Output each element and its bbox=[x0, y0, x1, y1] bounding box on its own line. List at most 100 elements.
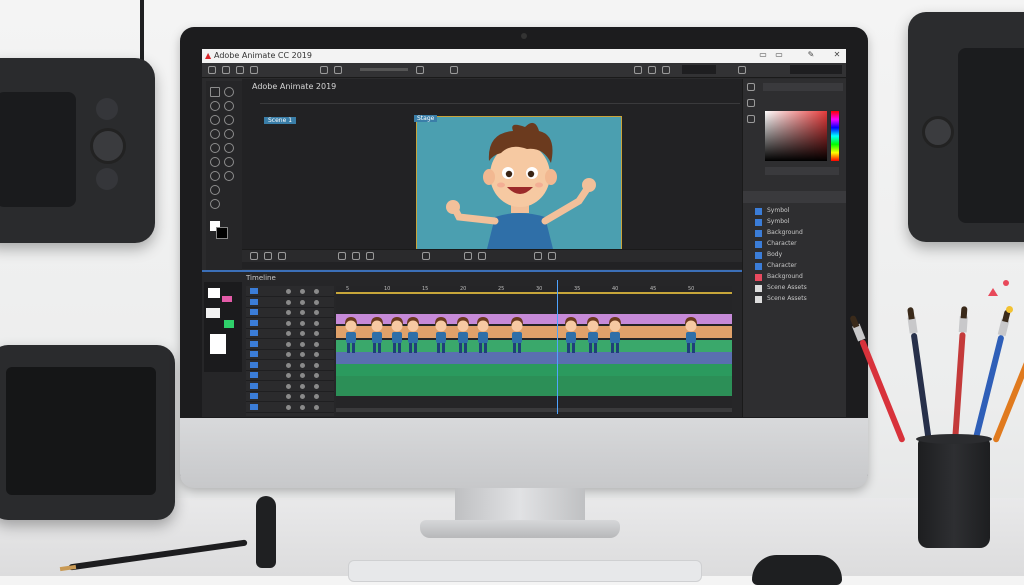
edit-multiple-icon[interactable] bbox=[366, 252, 374, 260]
layer-row[interactable] bbox=[246, 286, 334, 297]
library-item[interactable]: Scene Assets bbox=[767, 295, 807, 304]
layer-row[interactable] bbox=[246, 307, 334, 318]
lock-icon[interactable] bbox=[300, 362, 305, 368]
outline-icon[interactable] bbox=[314, 362, 319, 368]
eye-icon[interactable] bbox=[286, 394, 291, 399]
line-tool-icon[interactable] bbox=[210, 157, 220, 167]
swatches-icon[interactable] bbox=[747, 99, 755, 107]
zoom-tool-icon[interactable] bbox=[224, 171, 234, 181]
minimize-icon[interactable]: ▭ bbox=[758, 50, 768, 60]
hue-slider[interactable] bbox=[831, 111, 839, 161]
select-icon[interactable] bbox=[222, 66, 230, 74]
library-item[interactable]: Character bbox=[767, 240, 797, 249]
lock-icon[interactable] bbox=[300, 373, 305, 378]
outline-icon[interactable] bbox=[314, 331, 319, 336]
hand-tool-icon[interactable] bbox=[224, 157, 234, 167]
library-item[interactable]: Background bbox=[767, 229, 803, 238]
restore-icon[interactable]: ▭ bbox=[774, 50, 784, 60]
layer-row[interactable] bbox=[246, 349, 334, 360]
outline-icon[interactable] bbox=[314, 394, 319, 399]
onion-skin-icon[interactable] bbox=[338, 252, 346, 260]
layer-row[interactable] bbox=[246, 391, 334, 402]
lock-icon[interactable] bbox=[300, 299, 305, 305]
outline-icon[interactable] bbox=[314, 289, 319, 294]
playhead[interactable] bbox=[557, 280, 558, 414]
brush-tool-icon[interactable] bbox=[210, 185, 220, 195]
lasso-tool-icon[interactable] bbox=[210, 115, 220, 125]
home-icon[interactable] bbox=[208, 66, 216, 74]
layer-row[interactable] bbox=[246, 381, 334, 392]
library-item[interactable]: Background bbox=[767, 273, 803, 282]
lock-icon[interactable] bbox=[300, 341, 305, 347]
layer-row[interactable] bbox=[246, 297, 334, 308]
eye-icon[interactable] bbox=[286, 404, 291, 410]
settings-icon[interactable] bbox=[662, 66, 670, 74]
layer-row[interactable] bbox=[246, 339, 334, 350]
layer-row[interactable] bbox=[246, 318, 334, 329]
align-icon[interactable] bbox=[747, 115, 755, 123]
color-picker[interactable] bbox=[765, 111, 827, 161]
stage-canvas[interactable] bbox=[416, 116, 622, 250]
paint-bucket-icon[interactable] bbox=[224, 129, 234, 139]
undo-icon[interactable] bbox=[320, 66, 328, 74]
timeline-scrollbar[interactable] bbox=[336, 408, 732, 412]
lock-icon[interactable] bbox=[634, 66, 642, 74]
library-item[interactable]: Symbol bbox=[767, 207, 789, 216]
tween-icon[interactable] bbox=[464, 252, 472, 260]
outline-icon[interactable] bbox=[314, 373, 319, 378]
library-item[interactable]: Scene Assets bbox=[767, 284, 807, 293]
lock-icon[interactable] bbox=[300, 289, 305, 294]
outline-icon[interactable] bbox=[314, 310, 319, 315]
outline-icon[interactable] bbox=[314, 320, 319, 326]
search-icon[interactable] bbox=[738, 66, 746, 74]
layer-frame-span[interactable] bbox=[336, 364, 732, 376]
eye-icon[interactable] bbox=[286, 289, 291, 294]
color-panel-icon[interactable] bbox=[747, 83, 755, 91]
eraser-tool-icon[interactable] bbox=[210, 199, 220, 209]
eye-icon[interactable] bbox=[286, 362, 291, 368]
record-icon[interactable] bbox=[416, 66, 424, 74]
play-icon[interactable] bbox=[250, 252, 258, 260]
eye-icon[interactable] bbox=[286, 352, 291, 357]
layer-row[interactable] bbox=[246, 402, 334, 413]
eyedropper-icon[interactable] bbox=[224, 143, 234, 153]
text-tool-icon[interactable] bbox=[210, 143, 220, 153]
zoom-slider[interactable] bbox=[360, 68, 408, 71]
frame-icon[interactable] bbox=[450, 66, 458, 74]
lock-icon[interactable] bbox=[300, 331, 305, 336]
rectangle-tool-icon[interactable] bbox=[210, 171, 220, 181]
outline-icon[interactable] bbox=[314, 383, 319, 389]
eye-icon[interactable] bbox=[286, 320, 291, 326]
free-transform-icon[interactable] bbox=[224, 87, 234, 97]
loop-icon[interactable] bbox=[278, 252, 286, 260]
lock-icon[interactable] bbox=[300, 394, 305, 399]
outline-icon[interactable] bbox=[314, 341, 319, 347]
bone-tool-icon[interactable] bbox=[224, 115, 234, 125]
workspace-dropdown[interactable] bbox=[682, 65, 716, 74]
gradient-icon[interactable] bbox=[224, 101, 234, 111]
color-hex-input[interactable] bbox=[765, 167, 839, 175]
eye-icon[interactable] bbox=[286, 299, 291, 305]
library-item[interactable]: Symbol bbox=[767, 218, 789, 227]
step-icon[interactable] bbox=[264, 252, 272, 260]
search-input[interactable] bbox=[790, 65, 842, 74]
outline-icon[interactable] bbox=[314, 299, 319, 305]
lock-icon[interactable] bbox=[300, 383, 305, 389]
pen-tool-icon[interactable] bbox=[210, 129, 220, 139]
lock-icon[interactable] bbox=[300, 352, 305, 357]
easing-icon[interactable] bbox=[478, 252, 486, 260]
eye-icon[interactable] bbox=[286, 373, 291, 378]
onion-skin-outline-icon[interactable] bbox=[352, 252, 360, 260]
stroke-color-swatch[interactable] bbox=[216, 227, 228, 239]
eye-icon[interactable] bbox=[286, 310, 291, 315]
clip-icon[interactable] bbox=[548, 252, 556, 260]
document-tab[interactable]: Adobe Animate 2019 bbox=[252, 82, 336, 91]
work-area-bar[interactable] bbox=[336, 292, 732, 294]
library-header[interactable] bbox=[743, 191, 846, 203]
center-icon[interactable] bbox=[534, 252, 542, 260]
subselect-tool-icon[interactable] bbox=[210, 101, 220, 111]
lock-icon[interactable] bbox=[300, 320, 305, 326]
layer-row[interactable] bbox=[246, 360, 334, 371]
library-item[interactable]: Body bbox=[767, 251, 782, 260]
close-icon[interactable]: ✕ bbox=[832, 50, 842, 60]
